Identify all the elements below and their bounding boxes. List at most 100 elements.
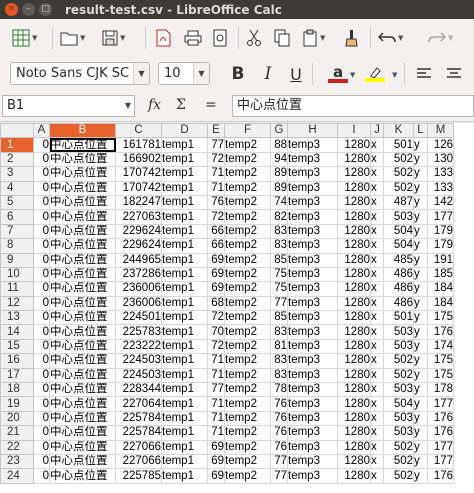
cell-c[interactable]: 225785	[115, 468, 162, 484]
cell-b[interactable]: 中心点位置	[49, 468, 116, 484]
cell-f[interactable]: temp2	[224, 425, 271, 441]
cell-b[interactable]: 中心点位置	[49, 238, 116, 254]
cell-i[interactable]: 1280	[337, 439, 371, 455]
highlight-color-button[interactable]	[362, 63, 388, 85]
cell-c[interactable]: 161781	[115, 137, 162, 153]
cut-icon[interactable]	[246, 27, 262, 49]
row-header[interactable]: 22	[0, 439, 34, 455]
row-header[interactable]: 1	[0, 137, 34, 153]
cell-d[interactable]: temp1	[161, 166, 208, 182]
cell-i[interactable]: 1280	[337, 295, 371, 312]
cell-h[interactable]: temp3	[287, 137, 338, 153]
cell-e[interactable]: 70	[207, 324, 225, 340]
cell-e[interactable]: 69	[207, 281, 225, 297]
cell-i[interactable]: 1280	[337, 151, 371, 168]
cell-g[interactable]: 76	[270, 439, 288, 455]
cell-j[interactable]: x	[370, 151, 384, 168]
cell-d[interactable]: temp1	[161, 425, 208, 441]
clone-formatting-icon[interactable]	[344, 27, 360, 49]
cell-m[interactable]: 174	[427, 338, 454, 355]
cell-h[interactable]: temp3	[287, 266, 338, 283]
column-header-l[interactable]: L	[413, 123, 428, 139]
cell-c[interactable]: 229624	[115, 223, 162, 240]
cell-j[interactable]: x	[370, 353, 384, 369]
cell-h[interactable]: temp3	[287, 324, 338, 340]
cell-i[interactable]: 1280	[337, 324, 371, 340]
cell-g[interactable]: 76	[270, 410, 288, 427]
cell-e[interactable]: 77	[207, 137, 225, 153]
cell-l[interactable]: y	[413, 180, 428, 196]
export-pdf-icon[interactable]	[155, 27, 171, 49]
cell-f[interactable]: temp2	[224, 137, 271, 153]
cell-m[interactable]: 175	[427, 353, 454, 369]
column-header-k[interactable]: K	[383, 123, 414, 139]
row-header[interactable]: 9	[0, 252, 34, 268]
cell-k[interactable]: 502	[383, 439, 414, 455]
cell-l[interactable]: y	[413, 367, 428, 384]
cell-l[interactable]: y	[413, 324, 428, 340]
cell-g[interactable]: 78	[270, 382, 288, 398]
cell-f[interactable]: temp2	[224, 310, 271, 326]
cell-e[interactable]: 68	[207, 295, 225, 312]
cell-e[interactable]: 71	[207, 353, 225, 369]
cell-m[interactable]: 179	[427, 238, 454, 254]
cell-c[interactable]: 170742	[115, 180, 162, 196]
column-header-e[interactable]: E	[207, 123, 225, 139]
cell-k[interactable]: 486	[383, 281, 414, 297]
cell-l[interactable]: y	[413, 310, 428, 326]
row-header[interactable]: 19	[0, 396, 34, 412]
cell-a[interactable]: 0	[33, 396, 50, 412]
cell-b[interactable]: 中心点位置	[49, 281, 116, 297]
cell-f[interactable]: temp2	[224, 194, 271, 211]
cell-g[interactable]: 94	[270, 151, 288, 168]
cell-l[interactable]: y	[413, 396, 428, 412]
cell-m[interactable]: 133	[427, 166, 454, 182]
cell-c[interactable]: 225784	[115, 425, 162, 441]
cell-h[interactable]: temp3	[287, 367, 338, 384]
cell-f[interactable]: temp2	[224, 151, 271, 168]
cell-k[interactable]: 504	[383, 396, 414, 412]
cell-m[interactable]: 175	[427, 310, 454, 326]
maximize-window-button[interactable]: □	[39, 3, 52, 16]
cell-d[interactable]: temp1	[161, 180, 208, 196]
cell-c[interactable]: 236006	[115, 281, 162, 297]
cell-g[interactable]: 76	[270, 396, 288, 412]
cell-d[interactable]: temp1	[161, 281, 208, 297]
redo-icon[interactable]: ▼	[428, 27, 453, 49]
cell-d[interactable]: temp1	[161, 238, 208, 254]
cell-c[interactable]: 224503	[115, 353, 162, 369]
cell-i[interactable]: 1280	[337, 223, 371, 240]
cell-c[interactable]: 236006	[115, 295, 162, 312]
cell-l[interactable]: y	[413, 353, 428, 369]
undo-icon[interactable]: ▼	[378, 27, 403, 49]
cell-j[interactable]: x	[370, 266, 384, 283]
row-header[interactable]: 7	[0, 223, 34, 240]
row-header[interactable]: 17	[0, 367, 34, 384]
cell-b[interactable]: 中心点位置	[49, 338, 116, 355]
cell-i[interactable]: 1280	[337, 281, 371, 297]
column-header-i[interactable]: I	[337, 123, 371, 139]
cell-b[interactable]: 中心点位置	[49, 180, 116, 196]
align-center-icon[interactable]	[444, 63, 464, 85]
cell-m[interactable]: 176	[427, 468, 454, 484]
cell-f[interactable]: temp2	[224, 382, 271, 398]
cell-i[interactable]: 1280	[337, 166, 371, 182]
cell-c[interactable]: 170742	[115, 166, 162, 182]
row-header[interactable]: 21	[0, 425, 34, 441]
cell-l[interactable]: y	[413, 453, 428, 470]
cell-m[interactable]: 176	[427, 425, 454, 441]
cell-g[interactable]: 88	[270, 137, 288, 153]
cell-e[interactable]: 69	[207, 266, 225, 283]
cell-g[interactable]: 83	[270, 353, 288, 369]
cell-g[interactable]: 77	[270, 295, 288, 312]
cell-d[interactable]: temp1	[161, 137, 208, 153]
cell-i[interactable]: 1280	[337, 194, 371, 211]
cell-e[interactable]: 66	[207, 238, 225, 254]
cell-m[interactable]: 130	[427, 151, 454, 168]
cell-l[interactable]: y	[413, 410, 428, 427]
cell-j[interactable]: x	[370, 410, 384, 427]
cell-g[interactable]: 82	[270, 209, 288, 225]
cell-c[interactable]: 225784	[115, 410, 162, 427]
cell-m[interactable]: 176	[427, 324, 454, 340]
cell-k[interactable]: 502	[383, 367, 414, 384]
